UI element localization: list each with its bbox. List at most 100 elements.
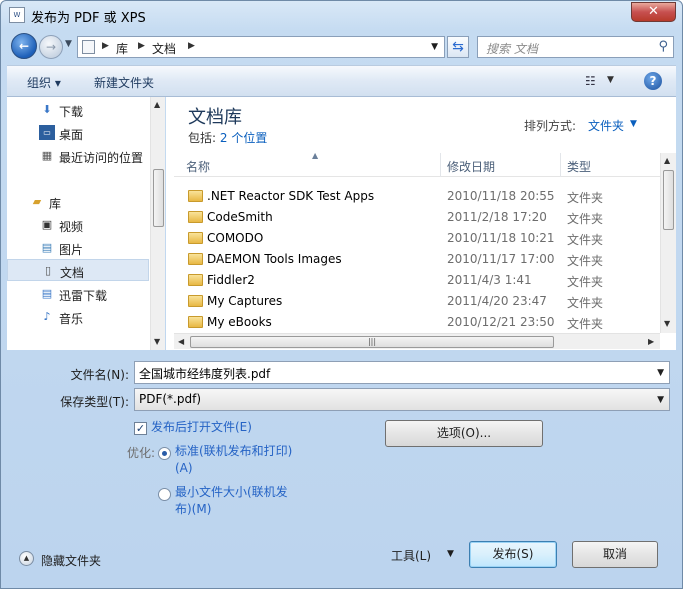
nav-item-pictures[interactable]: ▤ 图片 (7, 237, 149, 259)
cancel-button[interactable]: 取消 (572, 541, 658, 568)
video-icon: ▣ (41, 218, 53, 231)
nav-item-desktop[interactable]: ▭ 桌面 (7, 122, 149, 144)
refresh-button[interactable]: ⇆ (447, 36, 469, 58)
nav-item-downloads[interactable]: ⬇ 下载 (7, 99, 149, 121)
desktop-icon: ▭ (39, 125, 55, 140)
nav-item-documents[interactable]: ▯ 文档 (7, 259, 149, 281)
arrange-by-dropdown[interactable]: 文件夹 (588, 117, 624, 134)
scroll-right-icon[interactable]: ▶ (648, 337, 654, 346)
window-title: 发布为 PDF 或 XPS (31, 11, 146, 26)
file-name: CodeSmith (207, 210, 273, 224)
column-divider[interactable] (560, 153, 561, 177)
nav-item-music[interactable]: ♪ 音乐 (7, 306, 149, 328)
optimize-standard-label[interactable]: 标准(联机发布和打印)(A) (175, 443, 301, 477)
nav-item-label: 最近访问的位置 (59, 151, 144, 165)
tools-button[interactable]: 工具(L) (391, 547, 431, 564)
nav-item-libraries[interactable]: ▰ 库 (7, 191, 149, 213)
file-row[interactable]: DAEMON Tools Images 2010/11/17 17:00 文件夹 (174, 249, 660, 270)
file-row[interactable]: Fiddler2 2011/4/3 1:41 文件夹 (174, 270, 660, 291)
nav-item-recent-places[interactable]: ▦ 最近访问的位置 (7, 145, 149, 167)
navigation-pane: ⬇ 下载 ▭ 桌面 ▦ 最近访问的位置 ▰ 库 ▣ 视频 ▤ 图片 ▯ 文档 ▤ (7, 97, 165, 350)
file-row[interactable]: My Captures 2011/4/20 23:47 文件夹 (174, 291, 660, 312)
word-doc-icon: W (9, 7, 25, 23)
back-button[interactable]: ← (11, 33, 37, 59)
library-includes: 包括: 2 个位置 (188, 129, 267, 146)
title-bar[interactable]: W 发布为 PDF 或 XPS ✕ (1, 1, 682, 29)
scroll-down-icon[interactable]: ▼ (664, 319, 670, 328)
optimize-minimum-radio[interactable] (158, 488, 171, 501)
breadcrumb-separator-icon[interactable]: ▶ (102, 41, 109, 51)
breadcrumb-documents[interactable]: 文档 (152, 40, 176, 57)
checkmark-icon: ✓ (135, 422, 146, 435)
scrollbar-thumb[interactable]: ||| (190, 336, 554, 348)
nav-item-videos[interactable]: ▣ 视频 (7, 214, 149, 236)
folder-icon (188, 211, 203, 223)
search-placeholder[interactable]: 搜索 文档 (486, 40, 538, 57)
includes-locations-link[interactable]: 2 个位置 (220, 131, 267, 145)
nav-pane-scrollbar[interactable]: ▲ ▼ (150, 97, 165, 350)
filename-dropdown-icon[interactable]: ▼ (657, 368, 664, 378)
file-row[interactable]: My eBooks 2010/12/21 23:50 文件夹 (174, 312, 660, 333)
scrollbar-thumb[interactable] (153, 169, 164, 227)
recent-pages-dropdown-icon[interactable]: ▼ (65, 39, 72, 49)
file-list-horizontal-scrollbar[interactable]: ◀ ||| ▶ (174, 333, 660, 349)
file-row[interactable]: .NET Reactor SDK Test Apps 2010/11/18 20… (174, 186, 660, 207)
close-button[interactable]: ✕ (631, 2, 676, 22)
filename-label: 文件名(N): (70, 368, 129, 382)
file-list-vertical-scrollbar[interactable]: ▲ ▼ (660, 153, 676, 333)
filetype-label: 保存类型(T): (60, 395, 129, 409)
publish-button[interactable]: 发布(S) (469, 541, 557, 568)
column-header-type[interactable]: 类型 (567, 158, 591, 175)
folder-icon (188, 316, 203, 328)
filetype-select[interactable]: PDF(*.pdf) ▼ (134, 388, 670, 411)
tools-dropdown-icon[interactable]: ▼ (447, 549, 454, 559)
recent-places-icon: ▦ (41, 149, 53, 162)
help-icon[interactable]: ? (644, 72, 662, 90)
collapse-up-icon[interactable]: ▲ (19, 551, 34, 566)
file-row[interactable]: COMODO 2010/11/18 10:21 文件夹 (174, 228, 660, 249)
file-date: 2010/12/21 23:50 (447, 315, 555, 329)
search-icon[interactable]: ⚲ (658, 39, 668, 54)
documents-icon: ▯ (44, 264, 52, 277)
scroll-left-icon[interactable]: ◀ (178, 337, 184, 346)
filetype-dropdown-icon[interactable]: ▼ (657, 395, 664, 405)
folder-icon (188, 232, 203, 244)
file-row[interactable]: CodeSmith 2011/2/18 17:20 文件夹 (174, 207, 660, 228)
column-header-name[interactable]: 名称 (186, 158, 210, 175)
forward-button[interactable]: → (39, 35, 63, 59)
open-after-publish-label[interactable]: 发布后打开文件(E) (151, 419, 252, 436)
breadcrumb-separator-icon[interactable]: ▶ (138, 41, 145, 51)
arrange-dropdown-icon[interactable]: ▼ (630, 119, 637, 129)
view-options-icon[interactable]: ☷ (585, 74, 596, 88)
folder-icon (188, 190, 203, 202)
nav-item-thunder-download[interactable]: ▤ 迅雷下载 (7, 283, 149, 305)
filename-value[interactable]: 全国城市经纬度列表.pdf (139, 365, 270, 382)
open-after-publish-checkbox[interactable]: ✓ (134, 422, 147, 435)
scroll-up-icon[interactable]: ▲ (664, 156, 670, 165)
hide-folders-button[interactable]: 隐藏文件夹 (41, 552, 101, 569)
search-box[interactable]: 搜索 文档 ⚲ (477, 36, 674, 58)
column-header-date[interactable]: 修改日期 (447, 158, 495, 175)
command-toolbar: 组织 ▾ 新建文件夹 ☷ ▼ ? (7, 65, 676, 97)
options-button[interactable]: 选项(O)... (385, 420, 543, 447)
breadcrumb-libraries[interactable]: 库 (116, 40, 128, 57)
file-type: 文件夹 (567, 296, 604, 310)
column-divider[interactable] (440, 153, 441, 177)
optimize-minimum-label[interactable]: 最小文件大小(联机发布)(M) (175, 484, 295, 518)
optimize-label: 优化: (126, 446, 155, 460)
scroll-down-icon[interactable]: ▼ (154, 337, 160, 346)
optimize-standard-radio[interactable] (158, 447, 171, 460)
scroll-up-icon[interactable]: ▲ (154, 100, 160, 109)
new-folder-button[interactable]: 新建文件夹 (94, 74, 154, 91)
scrollbar-thumb[interactable] (663, 170, 674, 230)
filename-input[interactable]: 全国城市经纬度列表.pdf ▼ (134, 361, 670, 384)
breadcrumb-separator-icon[interactable]: ▶ (188, 41, 195, 51)
location-icon (82, 40, 95, 54)
address-history-dropdown-icon[interactable]: ▼ (431, 42, 438, 52)
refresh-icon: ⇆ (452, 39, 464, 55)
folder-icon (188, 253, 203, 265)
view-dropdown-icon[interactable]: ▼ (607, 75, 614, 85)
folder-icon (188, 274, 203, 286)
address-bar[interactable]: ▶ 库 ▶ 文档 ▶ ▼ (77, 36, 445, 58)
organize-button[interactable]: 组织 ▾ (27, 74, 61, 91)
